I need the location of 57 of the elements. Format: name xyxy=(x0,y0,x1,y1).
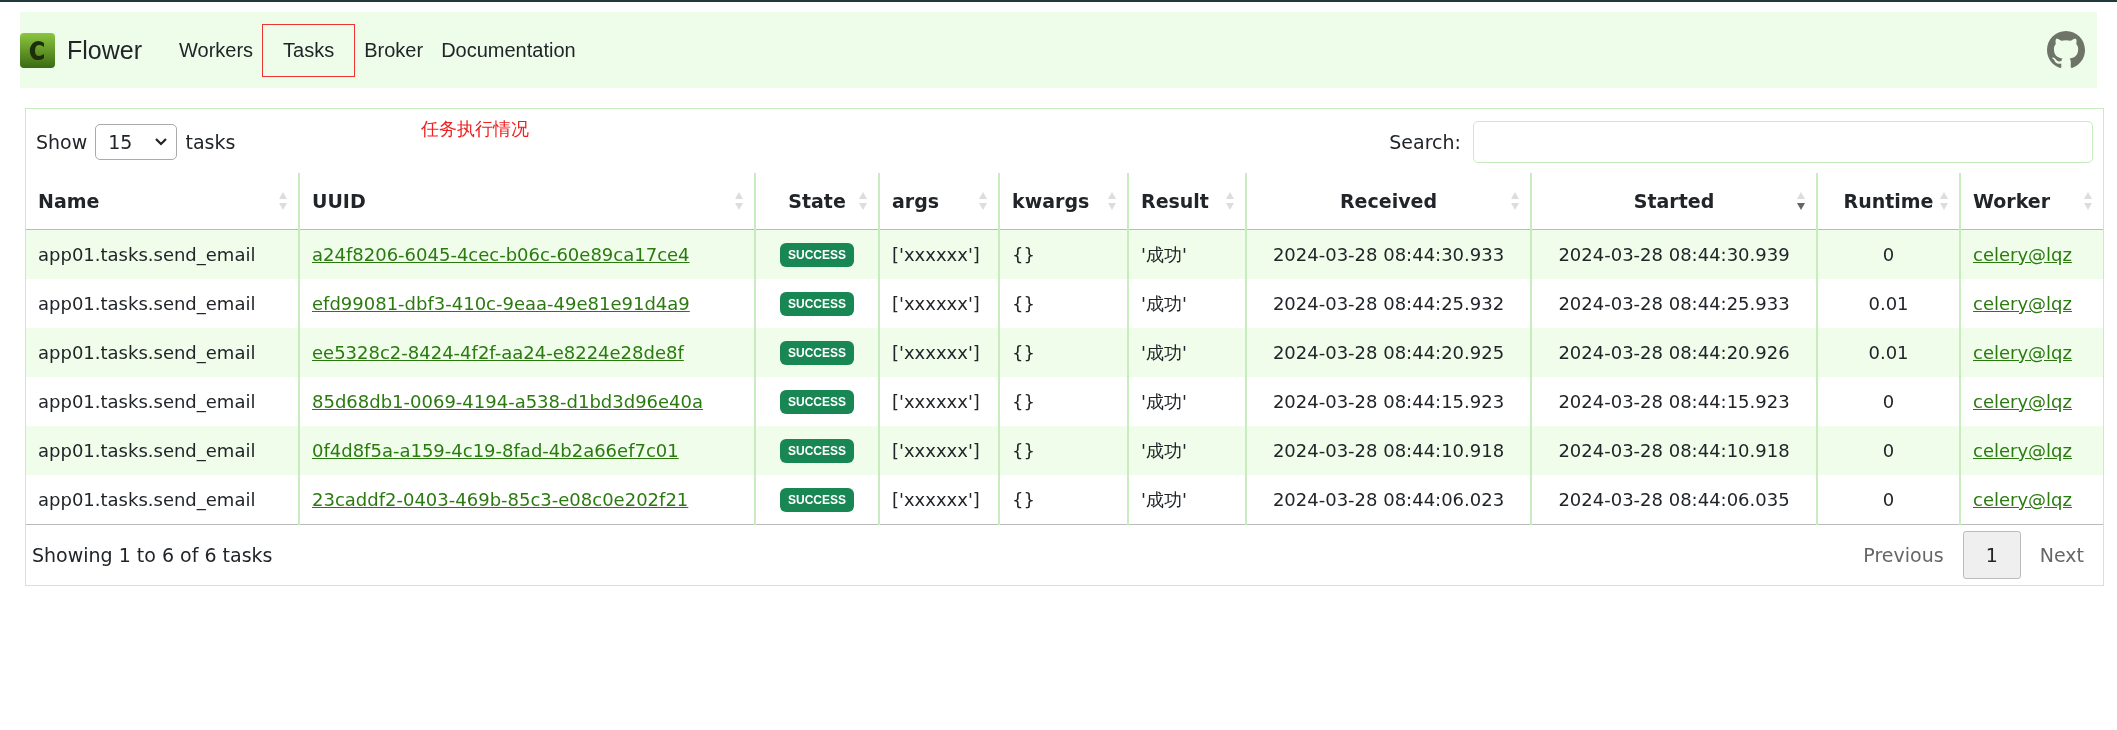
page-size-select[interactable]: 15 xyxy=(95,124,178,160)
table-cell: app01.tasks.send_email xyxy=(26,426,299,475)
search-field[interactable] xyxy=(1473,121,2093,163)
tasks-label: tasks xyxy=(185,131,236,153)
table-cell: 2024-03-28 08:44:10.918 xyxy=(1246,426,1531,475)
table-cell: 0.01 xyxy=(1817,328,1960,377)
task-link[interactable]: 85d68db1-0069-4194-a538-d1bd3d96e40a xyxy=(312,391,704,412)
table-cell: ['xxxxxx'] xyxy=(879,475,999,525)
table-cell: 2024-03-28 08:44:30.939 xyxy=(1531,229,1817,279)
table-cell: ['xxxxxx'] xyxy=(879,229,999,279)
table-cell: 2024-03-28 08:44:20.926 xyxy=(1531,328,1817,377)
table-cell: 2024-03-28 08:44:30.933 xyxy=(1246,229,1531,279)
table-cell: 0 xyxy=(1817,475,1960,525)
brand-name[interactable]: Flower xyxy=(67,35,142,65)
table-cell: 2024-03-28 08:44:20.925 xyxy=(1246,328,1531,377)
table-cell: app01.tasks.send_email xyxy=(26,229,299,279)
table-cell: 0 xyxy=(1817,229,1960,279)
state-badge: SUCCESS xyxy=(780,390,854,414)
table-cell: ['xxxxxx'] xyxy=(879,426,999,475)
worker-link[interactable]: celery@lqz xyxy=(1973,489,2072,510)
state-badge: SUCCESS xyxy=(780,439,854,463)
search-label: Search: xyxy=(1389,131,1461,153)
state-badge: SUCCESS xyxy=(780,341,854,365)
table-cell: '成功' xyxy=(1128,229,1246,279)
state-badge: SUCCESS xyxy=(780,292,854,316)
table-cell: '成功' xyxy=(1128,328,1246,377)
annotation-text: 任务执行情况 xyxy=(421,117,529,141)
table-cell: '成功' xyxy=(1128,475,1246,525)
nav-link[interactable]: Tasks xyxy=(262,23,356,77)
table-cell: {} xyxy=(999,229,1128,279)
table-cell: 2024-03-28 08:44:10.918 xyxy=(1531,426,1817,475)
table-cell: 0 xyxy=(1817,426,1960,475)
worker-link[interactable]: celery@lqz xyxy=(1973,391,2072,412)
table-cell: ['xxxxxx'] xyxy=(879,328,999,377)
showing-info: Showing 1 to 6 of 6 tasks xyxy=(32,544,273,566)
show-label: Show xyxy=(36,131,88,153)
table-cell: {} xyxy=(999,328,1128,377)
logo-icon xyxy=(20,32,55,68)
column-header[interactable]: Worker xyxy=(1960,173,2103,230)
page-button[interactable]: 1 xyxy=(1962,531,2021,579)
nav-link[interactable]: Broker xyxy=(355,23,433,77)
state-badge: SUCCESS xyxy=(780,488,854,512)
table-cell: app01.tasks.send_email xyxy=(26,328,299,377)
nav-link[interactable]: Documentation xyxy=(432,23,585,77)
table-cell: {} xyxy=(999,475,1128,525)
nav-link[interactable]: Workers xyxy=(170,23,263,77)
state-badge: SUCCESS xyxy=(780,243,854,267)
table-cell: {} xyxy=(999,426,1128,475)
table-cell: app01.tasks.send_email xyxy=(26,475,299,525)
table-cell: 2024-03-28 08:44:06.035 xyxy=(1531,475,1817,525)
task-link[interactable]: 23caddf2-0403-469b-85c3-e08c0e202f21 xyxy=(312,489,689,510)
table-cell: 2024-03-28 08:44:06.023 xyxy=(1246,475,1531,525)
worker-link[interactable]: celery@lqz xyxy=(1973,293,2072,314)
github-icon[interactable] xyxy=(2047,31,2085,69)
task-link[interactable]: efd99081-dbf3-410c-9eaa-49e81e91d4a9 xyxy=(312,293,690,314)
table-cell: '成功' xyxy=(1128,426,1246,475)
caret-icon xyxy=(154,137,169,147)
